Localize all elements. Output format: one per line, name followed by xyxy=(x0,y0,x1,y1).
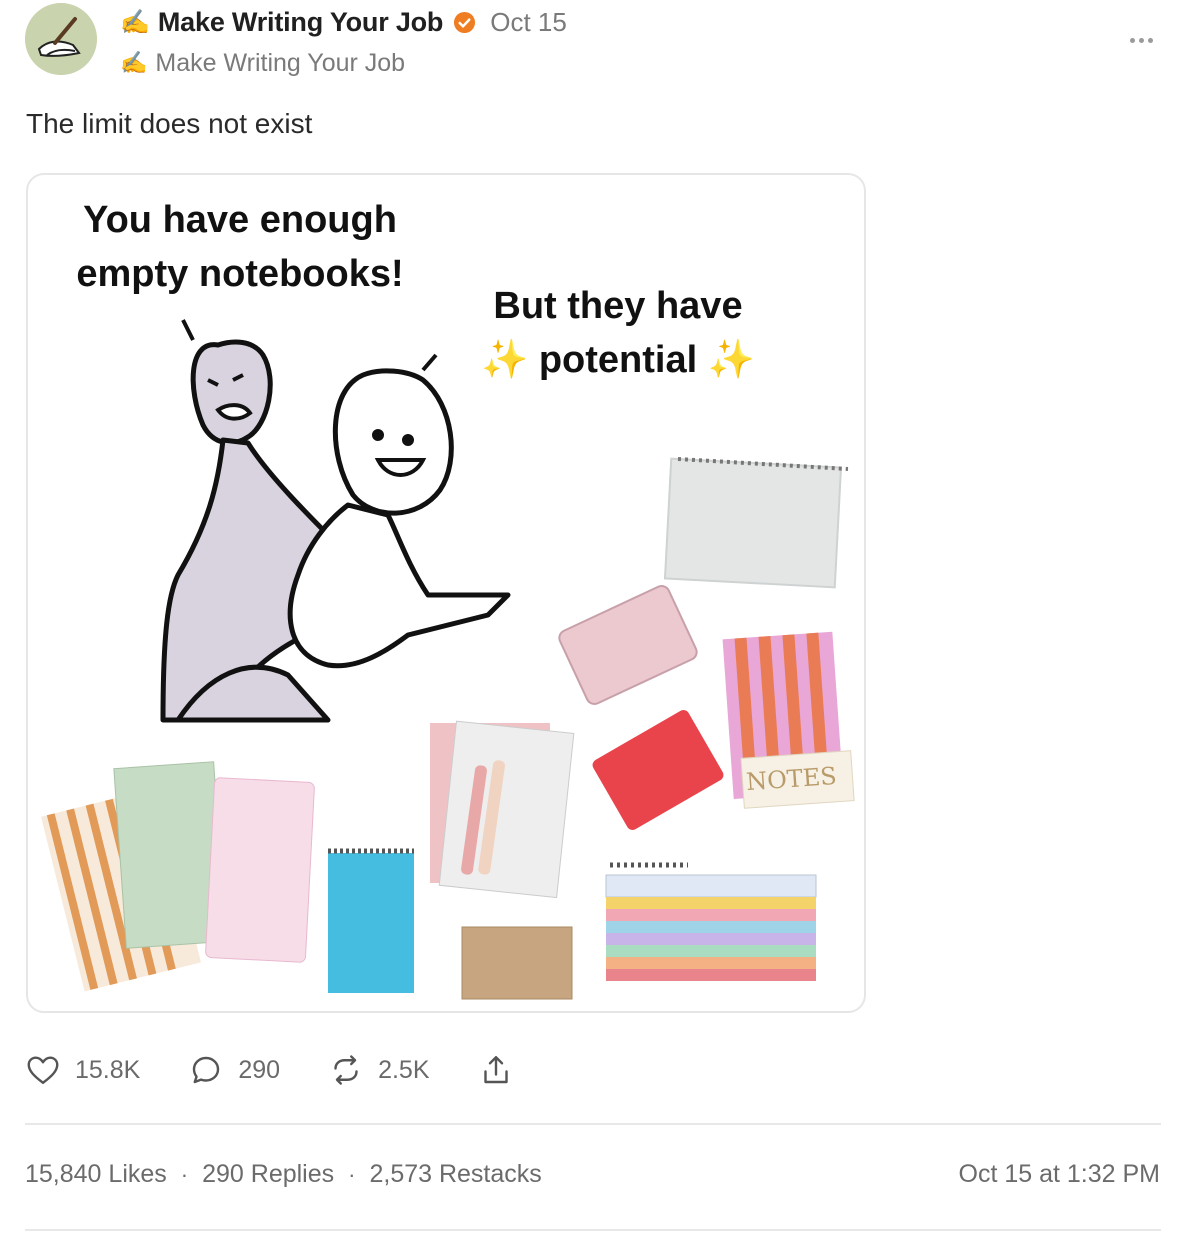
separator-dot: · xyxy=(180,1161,189,1187)
restack-button[interactable]: 2.5K xyxy=(328,1052,430,1088)
author-name[interactable]: Make Writing Your Job xyxy=(158,7,444,38)
share-icon xyxy=(483,1056,508,1084)
post-image[interactable]: NOTES You have enough empty notebooks! B… xyxy=(26,173,866,1013)
writing-hand-emoji: ✍️ xyxy=(120,50,148,75)
restack-arrows-icon xyxy=(334,1055,358,1085)
divider xyxy=(25,1229,1161,1231)
separator-dot: · xyxy=(348,1161,356,1187)
comment-bubble-icon xyxy=(193,1056,220,1084)
reply-count: 290 xyxy=(238,1055,281,1084)
like-button[interactable]: 15.8K xyxy=(25,1052,140,1088)
sparkles-emoji: ✨ xyxy=(480,339,529,381)
action-bar: 15.8K 290 2.5K xyxy=(25,1048,562,1092)
like-count: 15.8K xyxy=(75,1055,141,1084)
restacks-stat-link[interactable]: 2,573 Restacks xyxy=(369,1160,541,1189)
reply-button[interactable]: 290 xyxy=(188,1052,280,1088)
replies-stat-link[interactable]: 290 Replies xyxy=(202,1160,334,1189)
ellipsis-dot-icon xyxy=(1129,37,1135,43)
post-timestamp: Oct 15 at 1:32 PM xyxy=(958,1160,1161,1188)
share-button[interactable] xyxy=(478,1052,514,1088)
meme-caption-right-word: potential xyxy=(538,339,698,381)
publication-handle[interactable]: Make Writing Your Job xyxy=(155,49,405,78)
post-body-text: The limit does not exist xyxy=(26,108,313,139)
meme-caption-right: But they have ✨ potential ✨ xyxy=(448,279,788,387)
divider xyxy=(25,1123,1161,1125)
heart-icon xyxy=(27,1056,59,1084)
ellipsis-dot-icon xyxy=(1138,37,1144,43)
ellipsis-dot-icon xyxy=(1147,37,1153,43)
avatar[interactable] xyxy=(25,3,97,75)
restack-count: 2.5K xyxy=(378,1055,430,1084)
meme-caption-right-line1: But they have xyxy=(493,285,743,327)
writing-hand-emoji: ✍️ xyxy=(120,8,150,36)
verified-badge-icon xyxy=(454,11,476,33)
sparkles-emoji: ✨ xyxy=(707,339,756,381)
post-date[interactable]: Oct 15 xyxy=(490,7,567,38)
post-stats: 15,840 Likes · 290 Replies · 2,573 Resta… xyxy=(25,1160,542,1189)
meme-caption-left: You have enough empty notebooks! xyxy=(76,199,404,295)
hand-writing-avatar-icon xyxy=(25,3,97,75)
likes-stat-link[interactable]: 15,840 Likes xyxy=(25,1160,167,1189)
more-options-button[interactable] xyxy=(1124,30,1158,50)
